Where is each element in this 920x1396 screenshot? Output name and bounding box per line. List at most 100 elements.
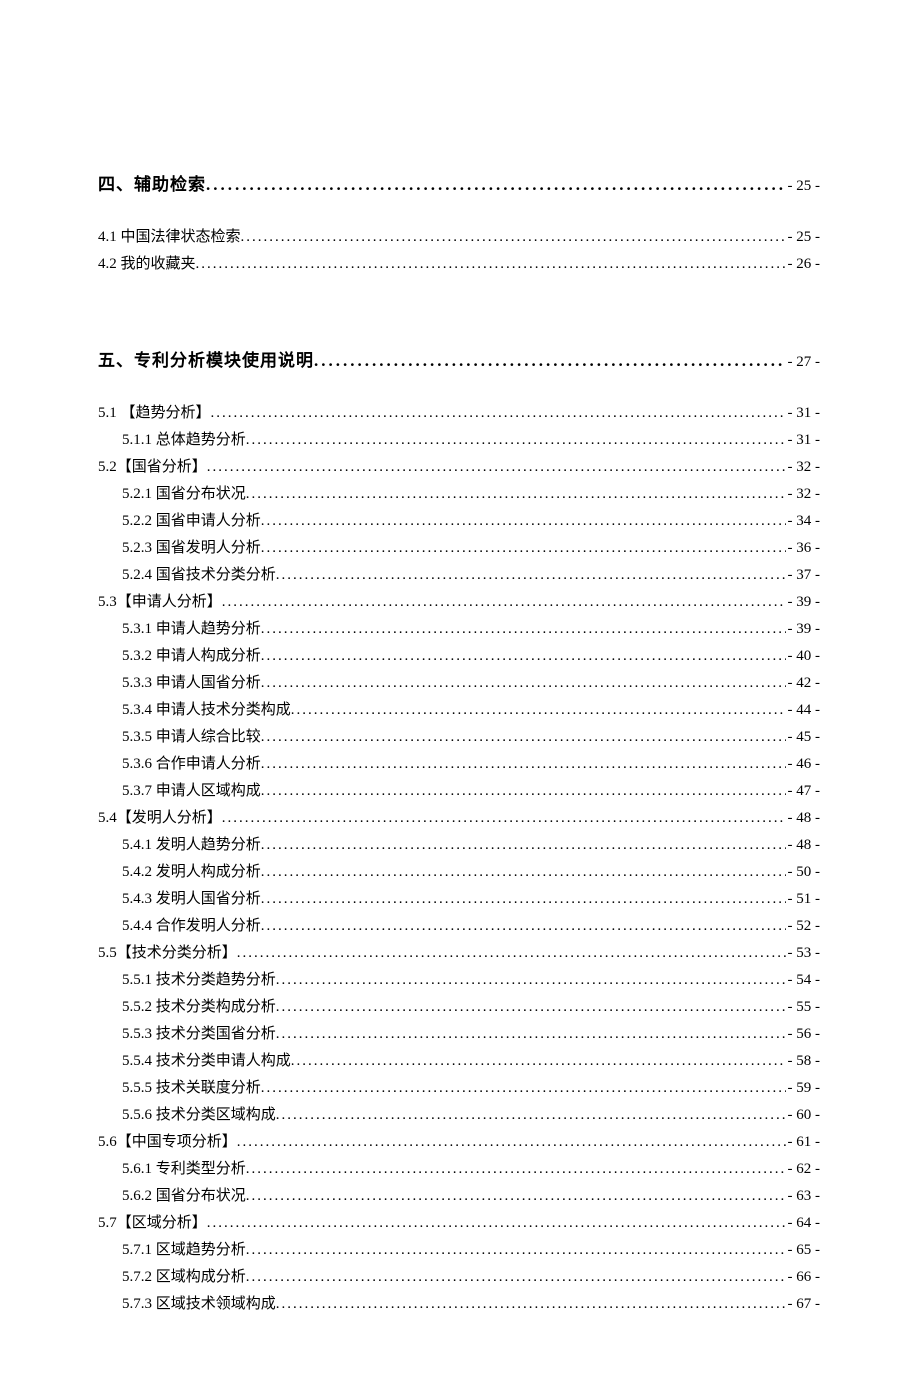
toc-entry[interactable]: 5.2.2 国省申请人分析 - 34 - [98, 509, 820, 530]
toc-entry-label: 5.4.2 发明人构成分析 [122, 860, 261, 881]
toc-entry[interactable]: 5.6【中国专项分析】 - 61 - [98, 1130, 820, 1151]
toc-leader-dots [261, 729, 786, 746]
toc-entry-label: 5.1.1 总体趋势分析 [122, 428, 246, 449]
toc-entry-label: 5.6.2 国省分布状况 [122, 1184, 246, 1205]
toc-entry-page: - 51 - [786, 891, 821, 908]
toc-entry[interactable]: 5.3【申请人分析】 - 39 - [98, 590, 820, 611]
toc-entry[interactable]: 5.7.2 区域构成分析- 66 - [98, 1265, 820, 1286]
toc-entry[interactable]: 4.2 我的收藏夹 - 26 - [98, 252, 820, 273]
toc-entry-label: 4.2 我的收藏夹 [98, 252, 196, 273]
toc-entry-label: 5.4.3 发明人国省分析 [122, 887, 261, 908]
toc-entry-page: - 62 - [786, 1161, 821, 1178]
toc-entry-label: 四、辅助检索 [98, 170, 206, 195]
toc-entry[interactable]: 5.3.6 合作申请人分析 - 46 - [98, 752, 820, 773]
toc-entry-page: - 61 - [786, 1134, 821, 1151]
toc-entry-label: 5.3.1 申请人趋势分析 [122, 617, 261, 638]
toc-leader-dots [237, 945, 786, 962]
toc-entry-page: - 26 - [786, 256, 821, 273]
toc-entry[interactable]: 5.4【发明人分析】 - 48 - [98, 806, 820, 827]
toc-entry-label: 5.3.7 申请人区域构成 [122, 779, 261, 800]
toc-entry-page: - 48 - [786, 810, 821, 827]
toc-entry[interactable]: 5.2.1 国省分布状况- 32 - [98, 482, 820, 503]
toc-entry-page: - 56 - [786, 1026, 821, 1043]
toc-entry-label: 5.5.1 技术分类趋势分析 [122, 968, 276, 989]
toc-leader-dots [241, 229, 786, 246]
toc-entry-label: 5.5【技术分类分析】 [98, 941, 237, 962]
toc-leader-dots [261, 837, 786, 854]
toc-entry-page: - 39 - [786, 621, 821, 638]
toc-entry[interactable]: 5.2.4 国省技术分类分析 - 37 - [98, 563, 820, 584]
toc-entry-label: 5.4.1 发明人趋势分析 [122, 833, 261, 854]
toc-leader-dots [211, 405, 786, 422]
toc-entry-label: 5.2.3 国省发明人分析 [122, 536, 261, 557]
toc-leader-dots [276, 999, 786, 1016]
toc-entry[interactable]: 5.5.2 技术分类构成分析 - 55 - [98, 995, 820, 1016]
toc-entry-label: 5.2.1 国省分布状况 [122, 482, 246, 503]
toc-entry-page: - 63 - [786, 1188, 821, 1205]
toc-leader-dots [206, 175, 786, 195]
toc-leader-dots [261, 783, 786, 800]
toc-entry-label: 5.3.6 合作申请人分析 [122, 752, 261, 773]
toc-entry-label: 5.3【申请人分析】 [98, 590, 222, 611]
toc-leader-dots [222, 594, 786, 611]
toc-entry[interactable]: 5.4.3 发明人国省分析 - 51 - [98, 887, 820, 908]
toc-entry[interactable]: 5.5.1 技术分类趋势分析 - 54 - [98, 968, 820, 989]
toc-entry-page: - 54 - [786, 972, 821, 989]
toc-entry-page: - 31 - [786, 432, 821, 449]
toc-leader-dots [261, 675, 786, 692]
toc-entry-page: - 45 - [786, 729, 821, 746]
toc-entry-page: - 39 - [786, 594, 821, 611]
toc-entry[interactable]: 5.2【国省分析】 - 32 - [98, 455, 820, 476]
toc-entry[interactable]: 5.5.6 技术分类区域构成 - 60 - [98, 1103, 820, 1124]
toc-leader-dots [291, 1053, 786, 1070]
toc-entry[interactable]: 5.3.2 申请人构成分析 - 40 - [98, 644, 820, 665]
toc-leader-dots [237, 1134, 786, 1151]
toc-entry[interactable]: 5.5【技术分类分析】 - 53 - [98, 941, 820, 962]
toc-leader-dots [261, 918, 786, 935]
toc-leader-dots [261, 756, 786, 773]
toc-entry[interactable]: 5.1.1 总体趋势分析 - 31 - [98, 428, 820, 449]
toc-entry[interactable]: 5.6.2 国省分布状况 - 63 - [98, 1184, 820, 1205]
toc-entry[interactable]: 5.3.7 申请人区域构成 - 47 - [98, 779, 820, 800]
toc-entry[interactable]: 5.3.3 申请人国省分析 - 42 - [98, 671, 820, 692]
toc-entry-page: - 40 - [786, 648, 821, 665]
toc-entry-page: - 64 - [786, 1215, 821, 1232]
toc-leader-dots [276, 567, 786, 584]
toc-leader-dots [261, 864, 786, 881]
toc-entry[interactable]: 五、专利分析模块使用说明- 27 - [98, 346, 820, 371]
toc-entry[interactable]: 5.3.1 申请人趋势分析 - 39 - [98, 617, 820, 638]
toc-entry[interactable]: 5.5.5 技术关联度分析 - 59 - [98, 1076, 820, 1097]
toc-entry-label: 5.3.5 申请人综合比较 [122, 725, 261, 746]
toc-entry[interactable]: 5.7【区域分析】 - 64 - [98, 1211, 820, 1232]
toc-entry[interactable]: 5.5.4 技术分类申请人构成 - 58 - [98, 1049, 820, 1070]
toc-entry[interactable]: 5.4.2 发明人构成分析 - 50 - [98, 860, 820, 881]
toc-entry-page: - 59 - [786, 1080, 821, 1097]
toc-entry-label: 5.2【国省分析】 [98, 455, 207, 476]
toc-leader-dots [207, 1215, 786, 1232]
toc-entry[interactable]: 4.1 中国法律状态检索 - 25 - [98, 225, 820, 246]
toc-leader-dots [276, 1026, 786, 1043]
toc-entry[interactable]: 5.7.3 区域技术领域构成- 67 - [98, 1292, 820, 1313]
toc-entry[interactable]: 5.1 【趋势分析】 - 31 - [98, 401, 820, 422]
toc-entry[interactable]: 5.6.1 专利类型分析 - 62 - [98, 1157, 820, 1178]
toc-entry[interactable]: 5.2.3 国省发明人分析 - 36 - [98, 536, 820, 557]
toc-entry[interactable]: 5.3.5 申请人综合比较 - 45 - [98, 725, 820, 746]
toc-leader-dots [246, 432, 786, 449]
toc-entry[interactable]: 5.5.3 技术分类国省分析 - 56 - [98, 1022, 820, 1043]
toc-entry[interactable]: 5.3.4 申请人技术分类构成 - 44 - [98, 698, 820, 719]
toc-entry-page: - 53 - [786, 945, 821, 962]
toc-entry[interactable]: 5.4.1 发明人趋势分析 - 48 - [98, 833, 820, 854]
toc-entry-label: 五、专利分析模块使用说明 [98, 346, 314, 371]
toc-entry-page: - 44 - [786, 702, 821, 719]
toc-leader-dots [276, 972, 786, 989]
toc-leader-dots [207, 459, 786, 476]
toc-entry-page: - 32 - [786, 459, 821, 476]
toc-entry-page: - 36 - [786, 540, 821, 557]
toc-entry-page: - 55 - [786, 999, 821, 1016]
section-gap [98, 276, 820, 346]
toc-leader-dots [261, 891, 786, 908]
toc-leader-dots [261, 1080, 786, 1097]
toc-entry[interactable]: 5.7.1 区域趋势分析- 65 - [98, 1238, 820, 1259]
toc-entry[interactable]: 四、辅助检索- 25 - [98, 170, 820, 195]
toc-entry[interactable]: 5.4.4 合作发明人分析 - 52 - [98, 914, 820, 935]
